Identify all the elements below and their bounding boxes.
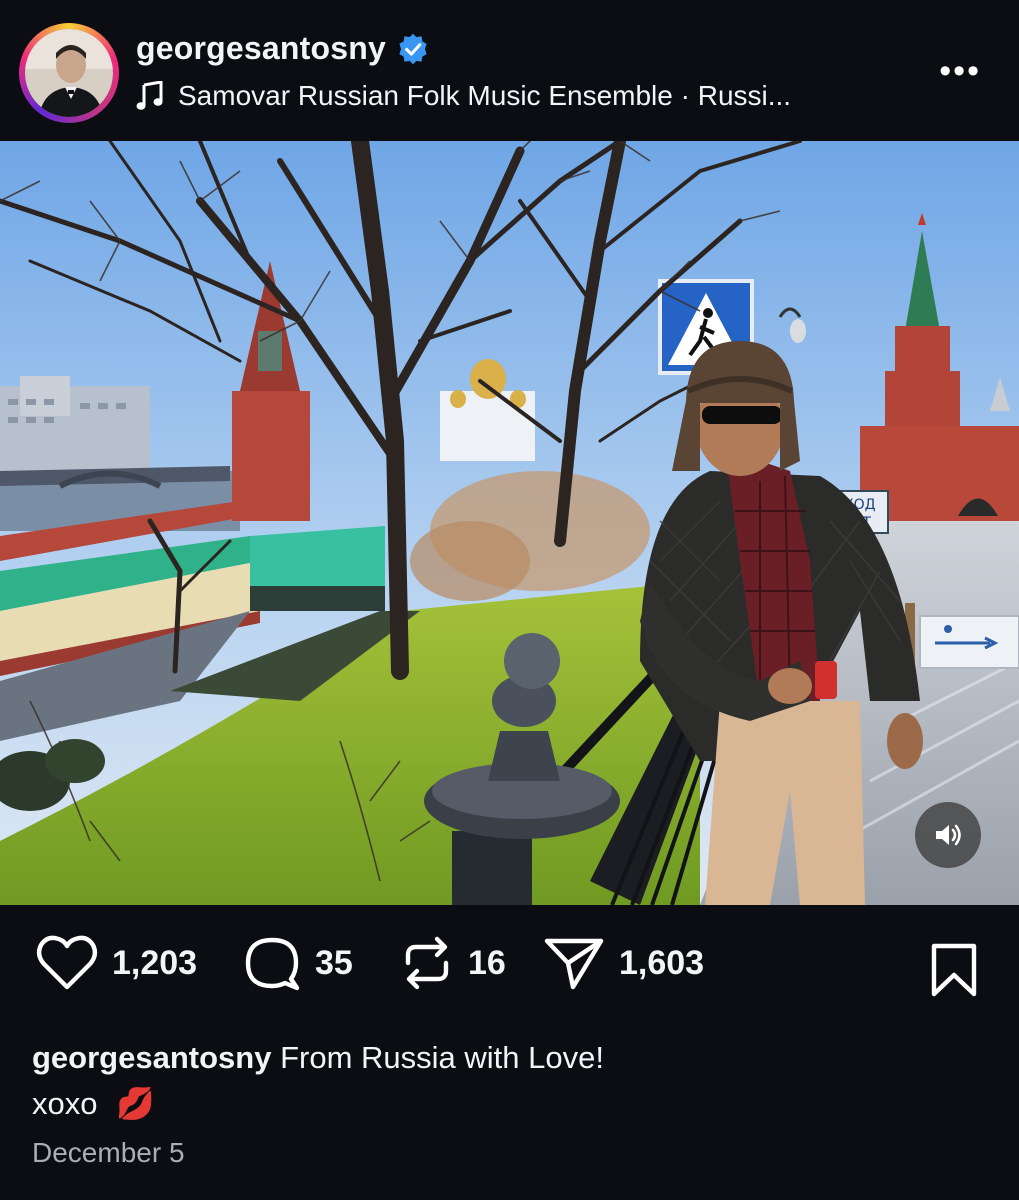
reposts-count[interactable]: 16 <box>468 944 506 983</box>
repost-action[interactable]: 16 <box>400 935 506 991</box>
comment-action[interactable]: 35 <box>243 935 353 991</box>
post-card: georgesantosny Samovar Russian Folk Musi… <box>0 0 1019 1200</box>
speaker-icon[interactable] <box>915 802 981 868</box>
comment-icon[interactable] <box>243 935 301 991</box>
username-link[interactable]: georgesantosny <box>136 30 386 67</box>
post-header: georgesantosny Samovar Russian Folk Musi… <box>0 0 1019 140</box>
comments-count[interactable]: 35 <box>315 944 353 983</box>
post-date: December 5 <box>32 1137 185 1168</box>
bookmark-icon[interactable] <box>929 943 979 997</box>
like-action[interactable]: 1,203 <box>36 935 197 991</box>
repost-icon[interactable] <box>400 935 454 991</box>
share-action[interactable]: 1,603 <box>543 935 704 991</box>
caption-username[interactable]: georgesantosny <box>32 1040 271 1075</box>
post-caption: georgesantosny From Russia with Love! xo… <box>32 1035 604 1127</box>
post-photo[interactable]: ХОД ЫТ <box>0 141 1019 905</box>
avatar-story-ring[interactable] <box>19 23 119 123</box>
likes-count[interactable]: 1,203 <box>112 944 197 983</box>
audio-track-label: Samovar Russian Folk Music Ensemble · Ru… <box>178 80 792 111</box>
caption-text: From Russia with Love! <box>280 1040 604 1075</box>
verified-badge-icon <box>399 33 427 64</box>
send-icon[interactable] <box>543 935 605 991</box>
heart-icon[interactable] <box>36 935 98 991</box>
kiss-emoji: 💋 <box>116 1086 155 1121</box>
avatar[interactable] <box>25 29 113 117</box>
post-actions: 1,203 35 16 1,603 <box>0 935 1019 1001</box>
caption-line2: xoxo <box>32 1086 98 1121</box>
audio-track-link[interactable]: Samovar Russian Folk Music Ensemble · Ru… <box>136 80 791 112</box>
music-note-icon <box>136 81 163 110</box>
more-horizontal-icon[interactable]: ••• <box>939 52 981 91</box>
shares-count[interactable]: 1,603 <box>619 944 704 983</box>
